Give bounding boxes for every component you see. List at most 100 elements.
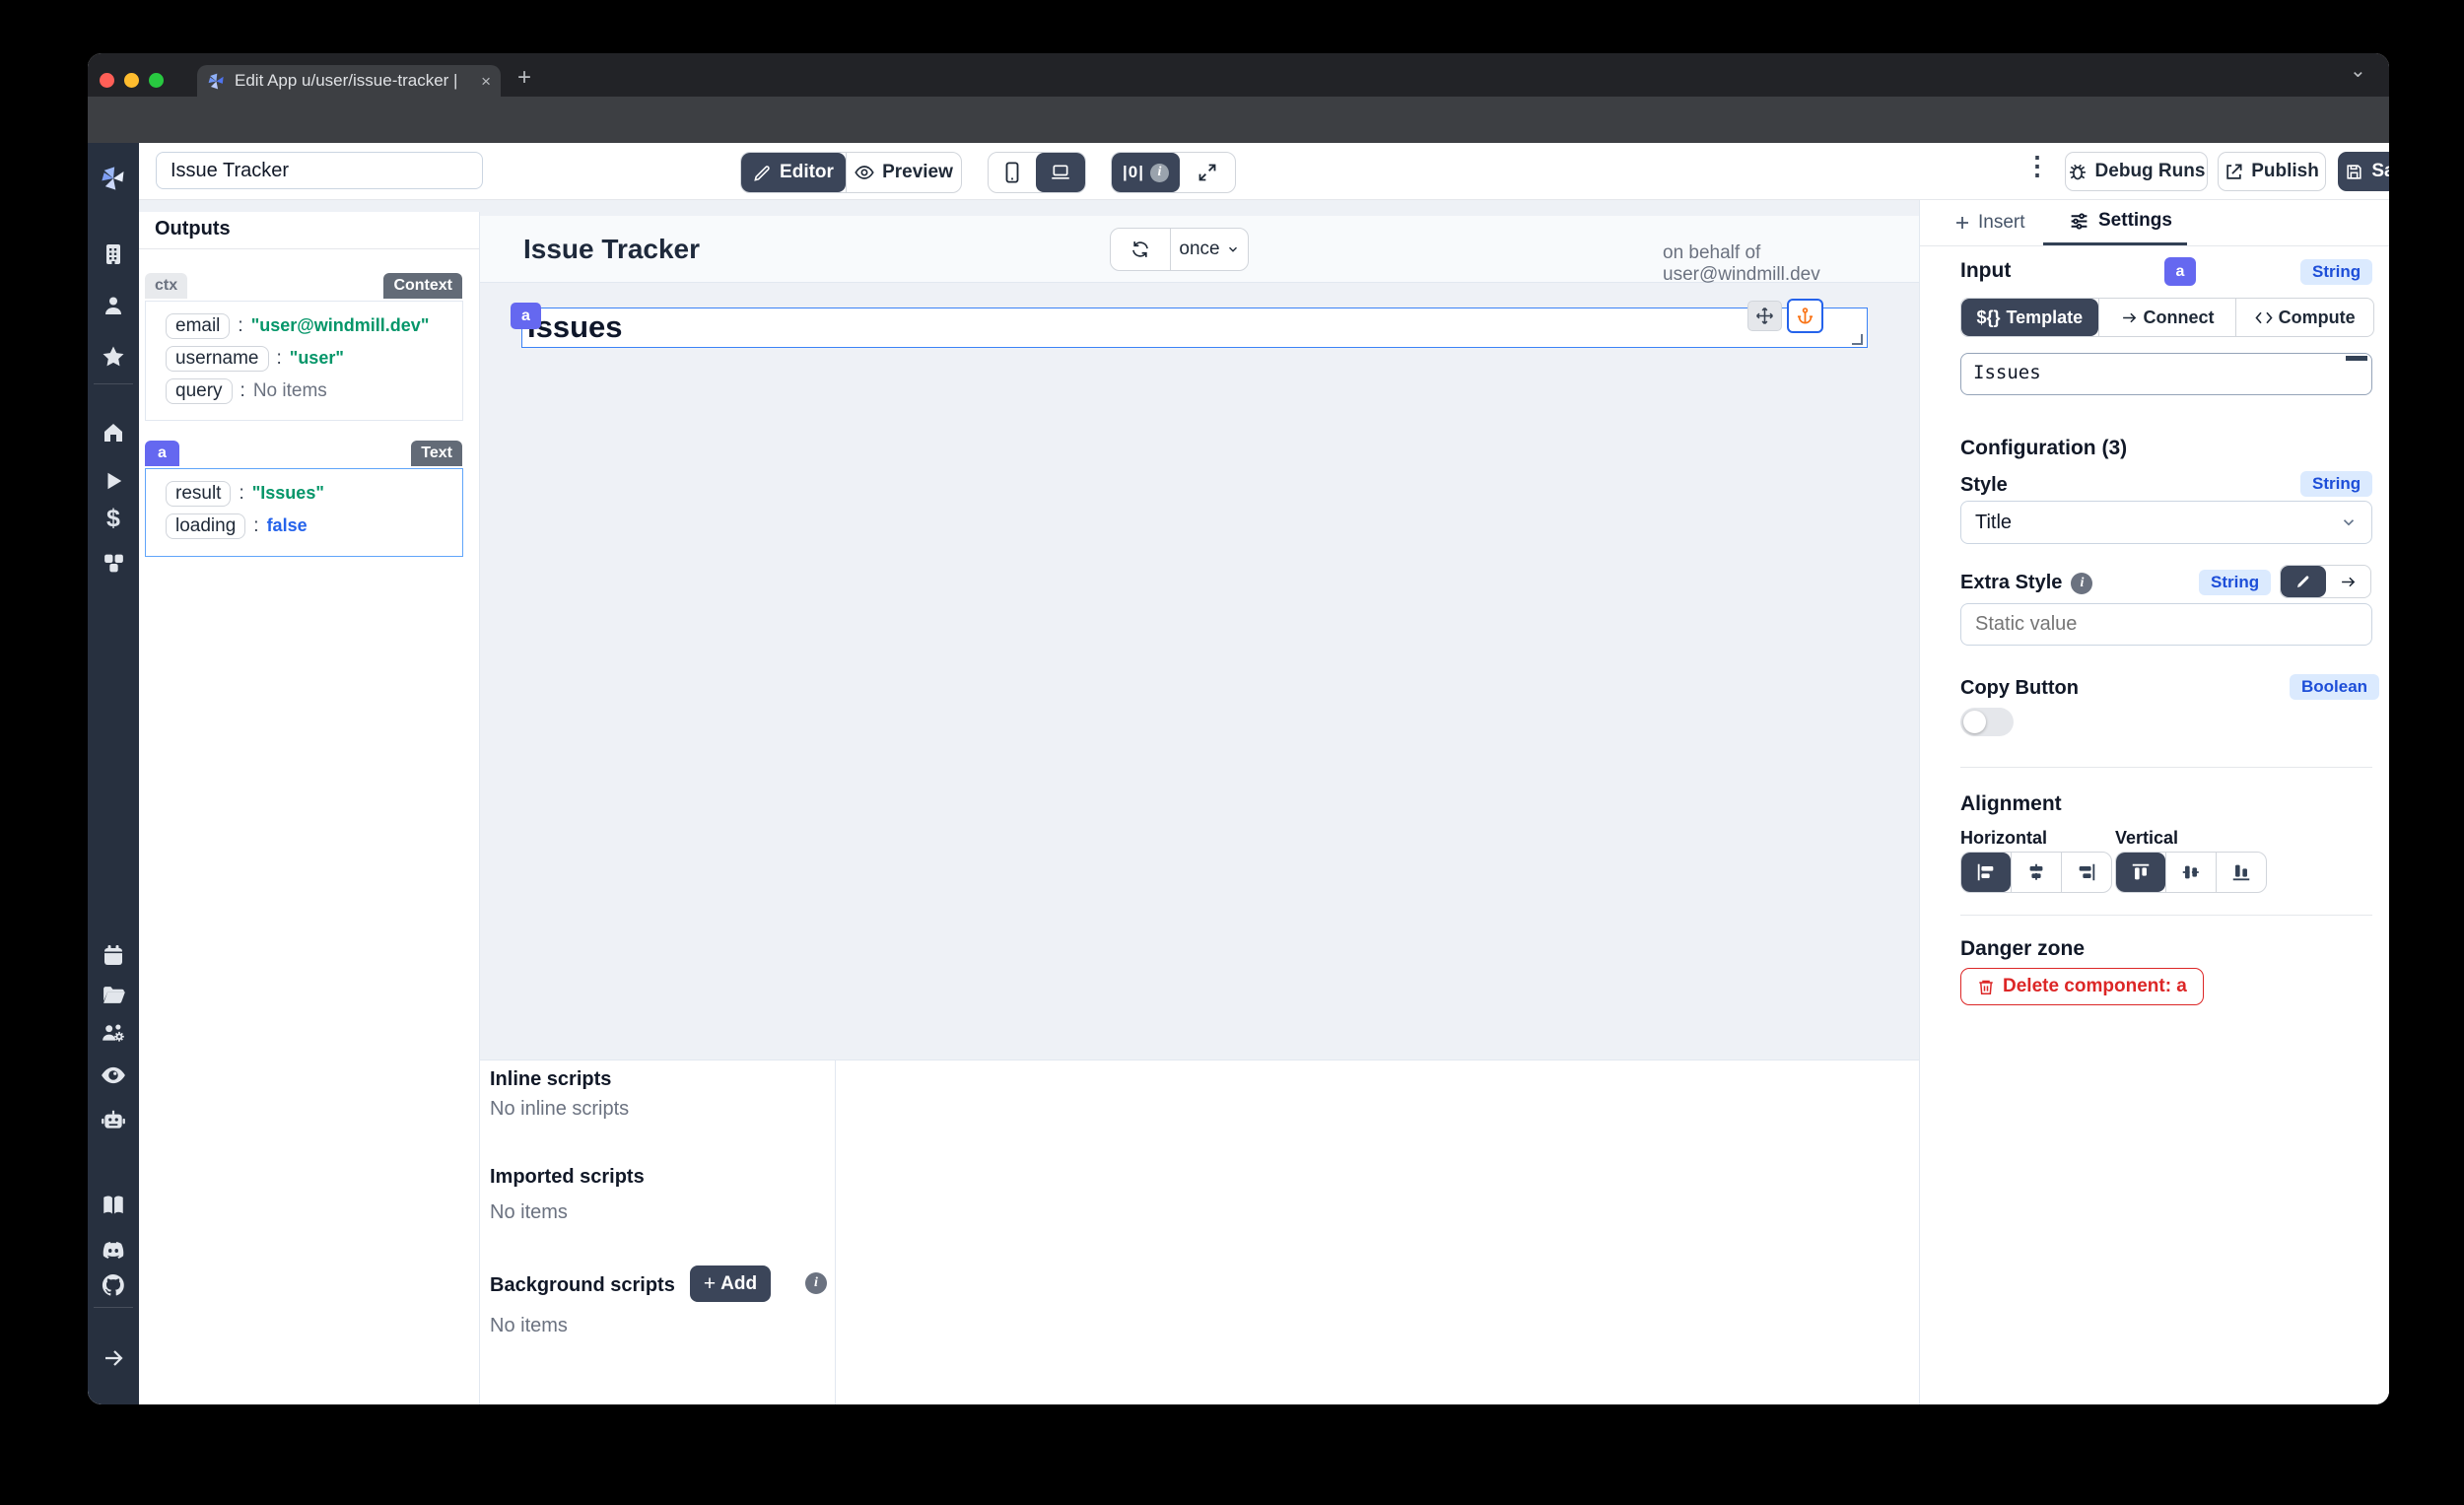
background-scripts-title: Background scripts [490,1274,675,1297]
audit-eye-icon[interactable] [100,1061,127,1089]
groups-users-gear-icon[interactable] [100,1019,127,1047]
app-name-input[interactable] [156,152,483,189]
user-icon[interactable] [100,292,127,319]
output-row[interactable]: result:"Issues" [166,477,462,510]
copy-type-badge: Boolean [2290,674,2379,700]
delete-component-button[interactable]: Delete component: a [1960,968,2204,1005]
app-menu-kebab-icon[interactable]: ⋮ [2024,151,2050,181]
resize-handle[interactable] [1852,334,1863,345]
collapse-arrow-icon[interactable] [100,1344,127,1372]
vertical-label: Vertical [2115,828,2178,849]
mobile-view-button[interactable] [989,153,1036,192]
vertical-align-group [2115,852,2267,893]
output-row[interactable]: username:"user" [166,342,462,375]
style-select[interactable]: Title [1960,501,2372,544]
tab-insert[interactable]: Insert [1953,212,2025,234]
anchor-icon [1796,307,1814,325]
template-value-textarea[interactable]: Issues [1960,353,2372,395]
search-tabs-icon[interactable]: ⌄ [2350,61,2366,81]
anchor-component-button[interactable] [1787,299,1823,333]
hide-panels-button[interactable]: |0| i [1112,153,1180,192]
external-link-icon [2224,163,2243,181]
content-row: Outputs ctx Context email:"user@windmill… [139,200,2389,1404]
connect-arrow-button[interactable] [2326,566,2371,597]
text-component[interactable]: Issues [521,308,1868,348]
output-row[interactable]: loading:false [166,510,462,542]
preview-tab[interactable]: Preview [846,153,961,192]
output-row[interactable]: query:No items [166,375,462,407]
move-component-button[interactable] [1747,301,1782,331]
device-toggle [988,152,1086,193]
workers-robot-icon[interactable] [100,1106,127,1133]
workspace-building-icon[interactable] [100,240,127,268]
ctx-type-badge: Context [383,273,462,299]
active-tab-underline [2043,242,2187,245]
app-toolbar: Editor Preview |0| i [139,143,2389,200]
extra-style-info-icon[interactable]: i [2071,573,2092,594]
background-info-icon[interactable]: i [805,1272,827,1294]
mode-compute-button[interactable]: Compute [2235,299,2373,336]
maximize-window-button[interactable] [149,73,164,88]
new-tab-button[interactable]: + [517,66,531,90]
plus-icon: + [704,1272,716,1296]
move-icon [1755,307,1774,325]
copy-button-toggle[interactable] [1960,708,2014,736]
danger-zone-title: Danger zone [1960,937,2085,961]
imported-scripts-title: Imported scripts [490,1166,645,1189]
mode-connect-button[interactable]: Connect [2098,299,2236,336]
style-label: Style [1960,474,2008,497]
align-bottom-button[interactable] [2216,853,2266,892]
textarea-scroll-thumb[interactable] [2346,356,2367,361]
align-left-button[interactable] [1961,853,2011,892]
outputs-divider [139,248,479,249]
browser-tab[interactable]: Edit App u/user/issue-tracker | × [197,65,501,97]
close-window-button[interactable] [100,73,114,88]
mode-template-button[interactable]: ${} Template [1961,299,2098,336]
fullscreen-button[interactable] [1180,153,1235,192]
discord-icon[interactable] [100,1237,127,1265]
refresh-button[interactable] [1111,229,1170,270]
favorites-star-icon[interactable] [100,343,127,371]
output-row[interactable]: email:"user@windmill.dev" [166,309,462,342]
save-button[interactable]: Save [2338,152,2389,191]
refresh-mode-dropdown[interactable]: once [1170,229,1248,270]
chevron-down-icon [1226,242,1240,256]
ctx-output-box[interactable]: email:"user@windmill.dev" username:"user… [145,301,463,421]
folders-icon[interactable] [100,981,127,1008]
align-right-button[interactable] [2061,853,2111,892]
github-icon[interactable] [100,1271,127,1299]
align-horizontal-center-button[interactable] [2011,853,2061,892]
debug-runs-button[interactable]: Debug Runs [2065,152,2208,191]
desktop-view-button[interactable] [1036,153,1085,192]
ctx-node-tab[interactable]: ctx [145,273,187,299]
editor-tab[interactable]: Editor [741,153,846,192]
extra-style-input[interactable] [1960,603,2372,646]
tab-settings[interactable]: Settings [2069,210,2172,232]
minimize-window-button[interactable] [124,73,139,88]
component-text: Issues [527,309,623,345]
add-background-script-button[interactable]: + Add [690,1266,771,1302]
inline-scripts-title: Inline scripts [490,1068,611,1091]
home-icon[interactable] [100,419,127,446]
input-component-badge: a [2164,257,2196,286]
docs-book-icon[interactable] [100,1192,127,1219]
component-id-tag[interactable]: a [511,303,541,329]
left-icon-rail: $ [88,143,139,1404]
schedules-calendar-icon[interactable] [100,941,127,969]
align-top-button[interactable] [2116,853,2165,892]
tab-close-icon[interactable]: × [481,73,491,90]
windmill-logo-icon[interactable] [100,165,127,192]
alignment-title: Alignment [1960,792,2062,816]
publish-button[interactable]: Publish [2218,152,2326,191]
variables-dollar-icon[interactable]: $ [100,505,127,532]
align-vertical-center-button[interactable] [2165,853,2216,892]
a-output-box[interactable]: result:"Issues" loading:false [145,468,463,557]
extra-style-label: Extra Style [1960,572,2062,594]
horizontal-align-group [1960,852,2112,893]
component-a-node-tab[interactable]: a [145,441,179,466]
bug-icon [2068,162,2088,181]
resources-cubes-icon[interactable] [100,549,127,577]
sidebar-divider [94,383,133,384]
static-edit-button[interactable] [2281,566,2326,597]
runs-play-icon[interactable] [100,467,127,495]
